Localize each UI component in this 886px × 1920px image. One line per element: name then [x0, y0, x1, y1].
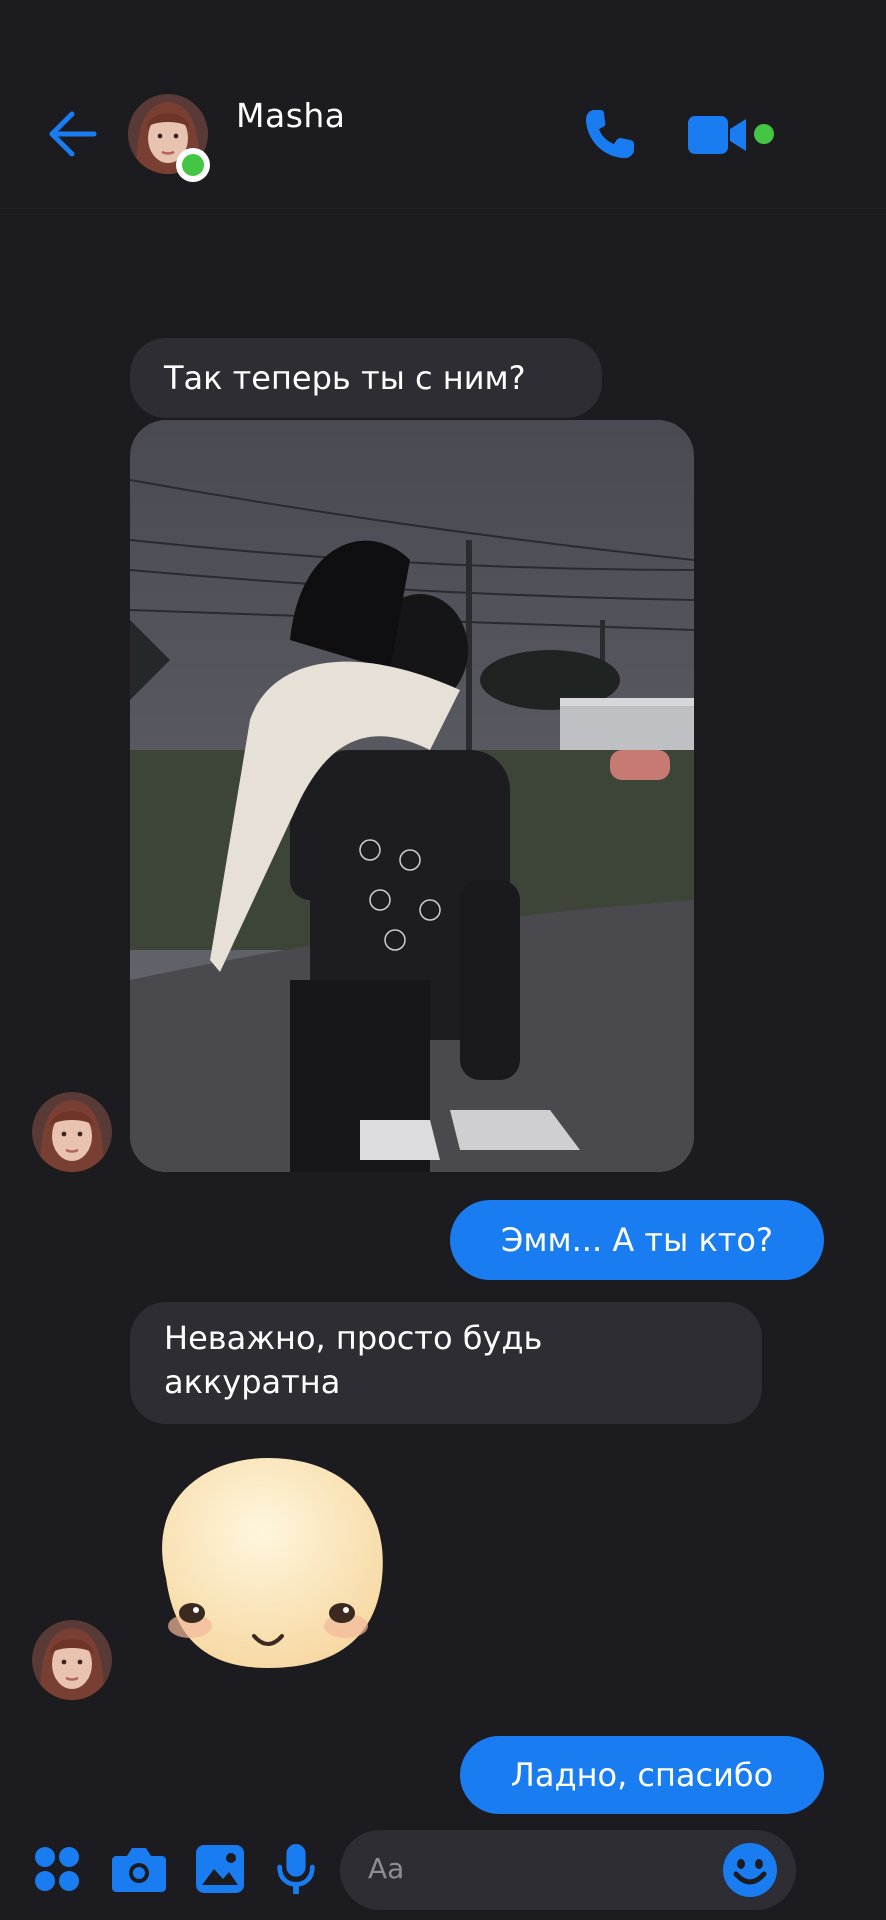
contact-avatar-small[interactable] [32, 1620, 112, 1700]
gallery-icon[interactable] [196, 1844, 244, 1894]
incoming-photo[interactable] [130, 420, 694, 1172]
apps-icon[interactable] [34, 1844, 80, 1894]
phone-icon[interactable] [580, 104, 640, 164]
online-status-dot [176, 148, 210, 182]
back-arrow-icon[interactable] [44, 106, 100, 162]
contact-name[interactable]: Masha [236, 96, 346, 135]
outgoing-message[interactable]: Эмм... А ты кто? [450, 1200, 824, 1280]
incoming-message[interactable]: Так теперь ты с ним? [130, 338, 602, 418]
microphone-icon[interactable] [276, 1844, 316, 1894]
emoji-icon[interactable] [722, 1842, 778, 1898]
camera-icon[interactable] [112, 1844, 166, 1894]
video-camera-icon[interactable] [688, 114, 748, 156]
incoming-sticker[interactable] [146, 1458, 390, 1672]
contact-avatar-small[interactable] [32, 1092, 112, 1172]
message-input-placeholder: Aa [368, 1852, 405, 1885]
conversation-header [0, 0, 886, 209]
incoming-message[interactable]: Неважно, просто будь аккуратна [130, 1302, 762, 1424]
outgoing-message[interactable]: Ладно, спасибо [460, 1736, 824, 1814]
active-call-indicator [754, 124, 774, 144]
